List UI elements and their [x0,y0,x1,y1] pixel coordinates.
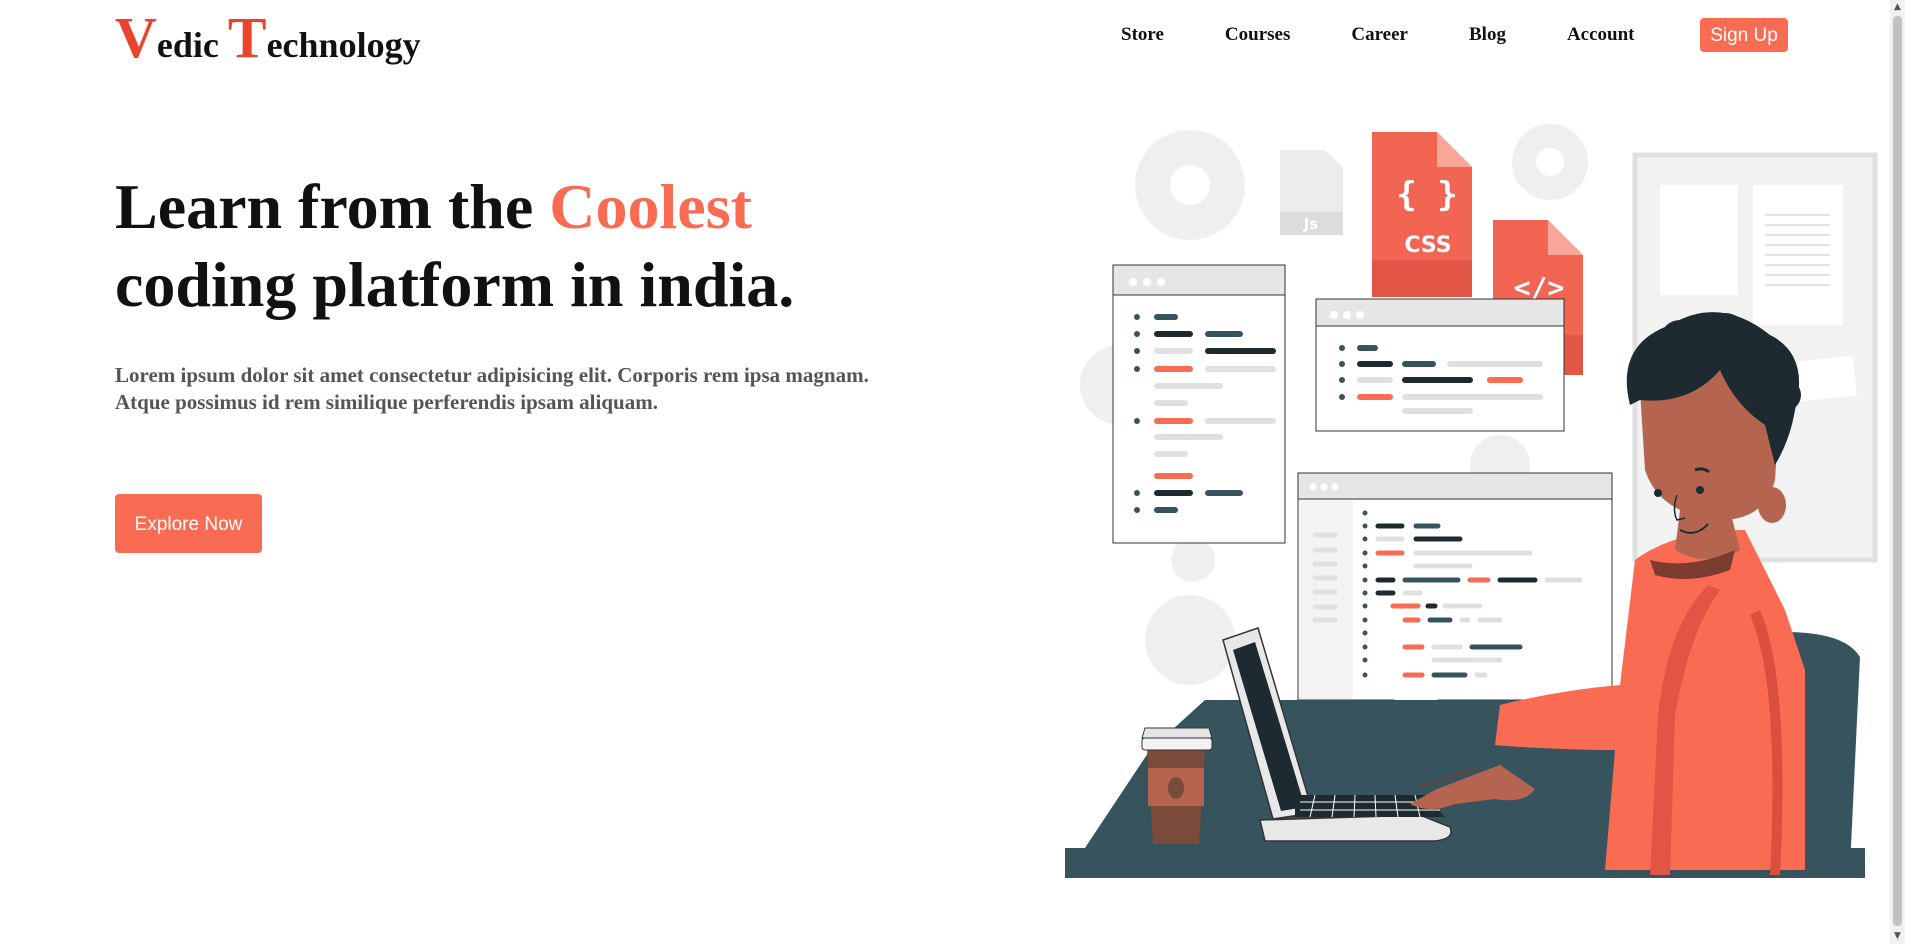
coding-illustration: Js { } CSS </> [1065,124,1878,878]
hero-title-accent: Coolest [549,171,752,242]
nav-courses[interactable]: Courses [1225,24,1290,46]
hero-title-line2: coding platform in india. [115,249,795,320]
css-file-icon: { } CSS [1372,132,1472,297]
svg-text:CSS: CSS [1404,233,1451,258]
nav-blog[interactable]: Blog [1469,24,1506,46]
logo-letter-t: T [227,5,267,70]
svg-text:Js: Js [1303,215,1319,233]
page-scrollbar[interactable]: ▲ ▼ [1890,0,1905,944]
logo-text-edic: edic [156,25,228,65]
scroll-down-icon[interactable]: ▼ [1890,929,1905,944]
hero-title-part1: Learn from the [115,171,550,242]
svg-text:{ }: { } [1396,175,1457,215]
explore-now-button[interactable]: Explore Now [115,494,262,553]
nav-store[interactable]: Store [1121,24,1164,46]
code-window-top [1315,298,1565,432]
logo-text-echnology: echnology [266,25,421,65]
nav-career[interactable]: Career [1351,24,1408,46]
top-nav: Store Courses Career Blog Account [1121,24,1635,46]
hero-subtitle: Lorem ipsum dolor sit amet consectetur a… [115,363,869,414]
hero-title: Learn from the Coolest coding platform i… [115,168,794,324]
code-window-left [1112,264,1286,544]
nav-account[interactable]: Account [1567,24,1635,46]
code-window-main [1297,472,1613,723]
brand-logo[interactable]: Vedic Technology [115,4,421,71]
js-file-icon: Js [1280,150,1343,235]
logo-letter-v: V [115,5,157,70]
scroll-up-icon[interactable]: ▲ [1890,0,1905,15]
landing-page: Vedic Technology Store Courses Career Bl… [0,0,1905,944]
scrollbar-thumb[interactable] [1893,16,1902,926]
signup-button[interactable]: Sign Up [1700,18,1788,52]
